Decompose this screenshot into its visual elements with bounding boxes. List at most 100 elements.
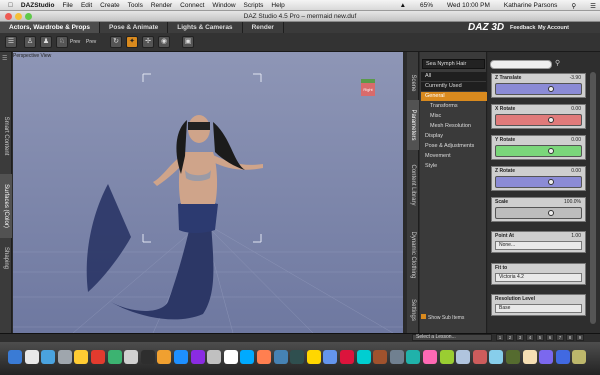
dock-app-icon[interactable] [406, 350, 421, 364]
menu-app[interactable]: DAZStudio [21, 2, 55, 9]
dock-app-icon[interactable] [472, 350, 487, 364]
dock-app-icon[interactable] [456, 350, 471, 364]
dock-app-icon[interactable] [539, 350, 554, 364]
resolution-level-select[interactable]: Base [495, 304, 582, 313]
my-account-link[interactable]: My Account [538, 25, 569, 31]
tab-surfaces[interactable]: Surfaces (Color) [0, 174, 12, 238]
rotate-tool-icon[interactable]: ↻ [110, 36, 122, 48]
dock-app-icon[interactable] [340, 350, 354, 364]
prev-label-2[interactable]: Prev [86, 39, 96, 45]
dock-app-icon[interactable] [41, 350, 56, 364]
tree-item-display[interactable]: Display [421, 132, 487, 141]
tab-lights-cameras[interactable]: Lights & Cameras [168, 22, 243, 33]
tree-item-mesh-resolution[interactable]: Mesh Resolution [421, 122, 487, 131]
dock-app-icon[interactable] [91, 350, 105, 364]
tab-shaping[interactable]: Shaping [0, 240, 12, 276]
figure-pose-icon[interactable]: ♟ [40, 36, 52, 48]
lesson-step[interactable]: 5 [536, 334, 544, 341]
menu-render[interactable]: Render [151, 2, 172, 9]
dock-app-icon[interactable] [24, 350, 39, 364]
tab-dynamic-clothing[interactable]: Dynamic Clothing [407, 220, 419, 290]
dock-app-icon[interactable] [439, 350, 454, 364]
menu-scripts[interactable]: Scripts [244, 2, 264, 9]
view-cube-face[interactable]: Right [361, 83, 375, 96]
group-figure-icon[interactable]: ♘ [56, 36, 68, 48]
active-tool-icon[interactable]: ✦ [126, 36, 138, 48]
menu-help[interactable]: Help [271, 2, 284, 9]
tree-item-misc[interactable]: Misc [421, 112, 487, 121]
notification-icon[interactable]: ☰ [590, 2, 596, 10]
dock-app-icon[interactable] [389, 350, 404, 364]
menu-file[interactable]: File [62, 2, 72, 9]
tab-render[interactable]: Render [242, 22, 284, 33]
lesson-step[interactable]: 7 [556, 334, 564, 341]
dock-app-icon[interactable] [506, 350, 520, 364]
3d-viewport[interactable] [13, 52, 405, 333]
figure-icon[interactable]: ♙ [24, 36, 36, 48]
dock-app-icon[interactable] [240, 350, 255, 364]
dock-app-icon[interactable] [207, 350, 222, 364]
scale-slider[interactable] [495, 207, 582, 219]
dock-app-icon[interactable] [124, 350, 139, 364]
x-rotate-slider[interactable] [495, 114, 582, 126]
node-tool-icon[interactable]: ◉ [158, 36, 170, 48]
tab-settings[interactable]: Settings [407, 295, 419, 325]
tab-scene[interactable]: Scene [407, 68, 419, 98]
viewport-camera-label[interactable]: Perspective View [13, 53, 51, 59]
tab-content-library[interactable]: Content Library [407, 155, 419, 215]
tab-smart-content[interactable]: Smart Content [0, 100, 12, 172]
tree-item-currently-used[interactable]: Currently Used [421, 82, 487, 91]
tab-parameters[interactable]: Parameters [407, 100, 419, 150]
fit-to-select[interactable]: Victoria 4.2 [495, 273, 582, 282]
dock-app-icon[interactable] [140, 350, 155, 364]
apple-icon[interactable]:  [8, 2, 13, 9]
dock-app-icon[interactable] [174, 350, 188, 364]
menu-toggle-icon[interactable]: ☰ [5, 36, 17, 48]
dock-app-icon[interactable] [323, 350, 338, 364]
tab-pose-animate[interactable]: Pose & Animate [100, 22, 169, 33]
tree-item-pose-adjustments[interactable]: Pose & Adjustments [421, 142, 487, 151]
dock-app-icon[interactable] [57, 350, 72, 364]
prev-label-1[interactable]: Prev [70, 39, 80, 45]
camera-icon[interactable]: ▣ [182, 36, 194, 48]
dock-app-icon[interactable] [373, 350, 388, 364]
dock-app-icon[interactable] [290, 350, 305, 364]
dock-app-icon[interactable] [572, 350, 587, 364]
menu-window[interactable]: Window [212, 2, 235, 9]
lesson-step[interactable]: 8 [566, 334, 574, 341]
tree-item-style[interactable]: Style [421, 162, 487, 171]
user-name[interactable]: Katharine Parsons [504, 2, 557, 9]
dock-app-icon[interactable] [306, 350, 321, 364]
spotlight-icon[interactable]: ⚲ [571, 2, 576, 10]
view-cube[interactable]: Right [361, 79, 375, 96]
tree-item-general[interactable]: General [421, 92, 487, 101]
lesson-step[interactable]: 3 [516, 334, 524, 341]
point-at-select[interactable]: None... [495, 241, 582, 250]
dock-app-icon[interactable] [190, 350, 205, 364]
show-sub-items-checkbox[interactable]: Show Sub Items [421, 314, 464, 321]
search-icon[interactable]: ⚲ [555, 59, 560, 67]
pane-options-icon[interactable]: ☰ [2, 55, 11, 64]
menu-connect[interactable]: Connect [180, 2, 204, 9]
z-translate-slider[interactable] [495, 83, 582, 95]
tree-item-all[interactable]: All [421, 72, 487, 81]
dock-app-icon[interactable] [423, 350, 437, 364]
dock-app-icon[interactable] [157, 350, 172, 364]
clock[interactable]: Wed 10:00 PM [447, 2, 490, 9]
menu-create[interactable]: Create [100, 2, 120, 9]
dock-app-icon[interactable] [555, 350, 570, 364]
dock-app-icon[interactable] [8, 350, 22, 364]
lesson-step[interactable]: 4 [526, 334, 534, 341]
feedback-link[interactable]: Feedback [510, 25, 535, 31]
universal-tool-icon[interactable]: ✢ [142, 36, 154, 48]
y-rotate-slider[interactable] [495, 145, 582, 157]
menu-tools[interactable]: Tools [128, 2, 143, 9]
battery-percent[interactable]: 65% [420, 2, 433, 9]
dock-app-icon[interactable] [356, 350, 371, 364]
dock-app-icon[interactable] [257, 350, 271, 364]
dock-app-icon[interactable] [107, 350, 122, 364]
z-rotate-slider[interactable] [495, 176, 582, 188]
parameter-search-input[interactable] [490, 60, 552, 69]
lesson-step[interactable]: 1 [496, 334, 504, 341]
tab-actors-wardrobe-props[interactable]: Actors, Wardrobe & Props [0, 22, 101, 33]
